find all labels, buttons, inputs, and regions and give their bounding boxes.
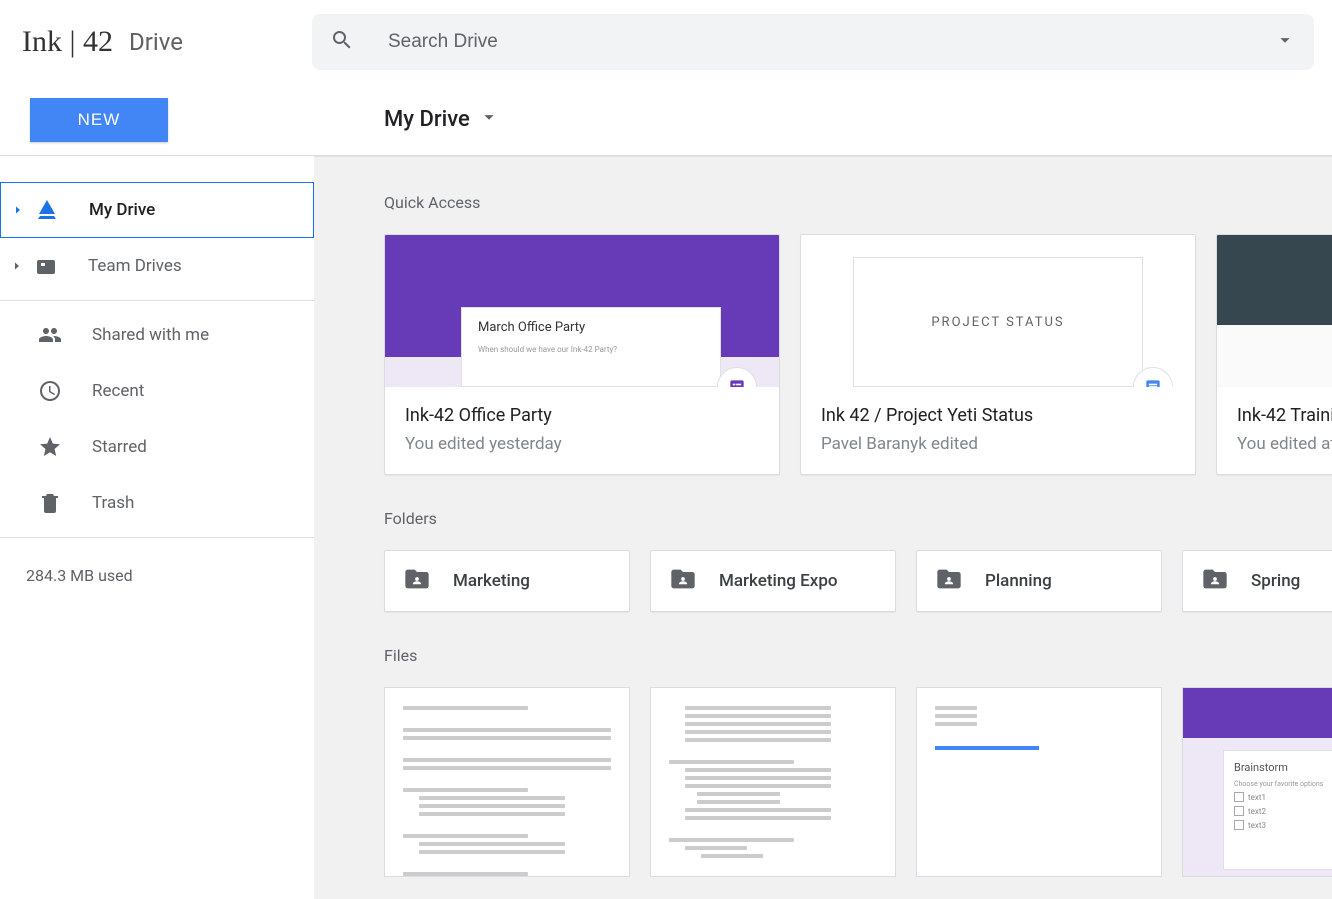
new-button[interactable]: NEW: [30, 98, 168, 142]
thumb-title: Brainstorm: [1234, 761, 1332, 774]
sidebar-item-my-drive[interactable]: My Drive: [0, 182, 314, 238]
folders-row: Marketing Marketing Expo Planning Spring: [384, 550, 1332, 612]
section-title-quick-access: Quick Access: [384, 193, 1332, 212]
search-bar[interactable]: [312, 14, 1314, 70]
expand-icon[interactable]: [8, 260, 26, 272]
breadcrumb-label: My Drive: [384, 107, 470, 132]
quick-access-row: March Office Party When should we have o…: [384, 234, 1332, 475]
product-name: Drive: [129, 28, 183, 56]
toolbar: NEW My Drive: [0, 84, 1332, 156]
separator: [0, 300, 314, 301]
sidebar-label: My Drive: [89, 200, 155, 220]
brand-logo: Ink | 42: [22, 25, 113, 59]
team-drives-icon: [30, 250, 62, 282]
folder-name: Marketing Expo: [719, 571, 838, 591]
sidebar-item-starred[interactable]: Starred: [0, 419, 314, 475]
thumb-sub: Choose your favorite options: [1234, 780, 1332, 788]
logo-block: Ink | 42 Drive: [22, 25, 312, 59]
file-card[interactable]: Brainstorm Choose your favorite options …: [1182, 687, 1332, 877]
thumb-title: PROJECT STATUS: [853, 257, 1143, 387]
app-header: Ink | 42 Drive: [0, 0, 1332, 84]
search-icon: [330, 28, 354, 56]
chevron-down-icon: [470, 106, 500, 134]
search-input[interactable]: [388, 31, 1274, 53]
card-subtitle: You edited at s: [1237, 434, 1332, 454]
shared-folder-icon: [669, 565, 719, 597]
main-content: Quick Access March Office Party When sho…: [314, 156, 1332, 899]
card-subtitle: Pavel Baranyk edited: [821, 434, 1175, 454]
sidebar-label: Shared with me: [92, 325, 209, 345]
file-card[interactable]: [650, 687, 896, 877]
drive-icon: [31, 194, 63, 226]
folder-name: Planning: [985, 571, 1052, 591]
card-thumbnail: PROJECT STATUS: [801, 235, 1195, 387]
card-title: Ink-42 Training: [1237, 405, 1332, 426]
card-subtitle: You edited yesterday: [405, 434, 759, 454]
folder-card[interactable]: Spring: [1182, 550, 1332, 612]
sidebar-label: Starred: [92, 437, 147, 457]
shared-folder-icon: [403, 565, 453, 597]
thumb-sub: When should we have our Ink-42 Party?: [478, 345, 704, 354]
sidebar-item-trash[interactable]: Trash: [0, 475, 314, 531]
file-card[interactable]: [916, 687, 1162, 877]
section-title-folders: Folders: [384, 509, 1332, 528]
card-title: Ink 42 / Project Yeti Status: [821, 405, 1175, 426]
sidebar-label: Team Drives: [88, 256, 182, 276]
separator: [0, 537, 314, 538]
card-title: Ink-42 Office Party: [405, 405, 759, 426]
sidebar-label: Trash: [92, 493, 134, 513]
quick-access-card[interactable]: March Office Party When should we have o…: [384, 234, 780, 475]
clock-icon: [34, 375, 66, 407]
files-row: Brainstorm Choose your favorite options …: [384, 687, 1332, 877]
sidebar: My Drive Team Drives Shared with me Rece…: [0, 156, 314, 899]
expand-icon[interactable]: [9, 204, 27, 216]
breadcrumb-my-drive[interactable]: My Drive: [384, 106, 500, 134]
people-icon: [34, 319, 66, 351]
thumb-title: March Office Party: [478, 320, 704, 335]
section-title-files: Files: [384, 646, 1332, 665]
folder-name: Marketing: [453, 571, 530, 591]
link-preview: [935, 746, 1039, 750]
sidebar-item-recent[interactable]: Recent: [0, 363, 314, 419]
card-thumbnail: March Office Party When should we have o…: [385, 235, 779, 387]
folder-card[interactable]: Planning: [916, 550, 1162, 612]
folder-card[interactable]: Marketing: [384, 550, 630, 612]
search-options-caret-icon[interactable]: [1274, 29, 1296, 55]
shared-folder-icon: [1201, 565, 1251, 597]
sidebar-item-shared[interactable]: Shared with me: [0, 307, 314, 363]
trash-icon: [34, 487, 66, 519]
sidebar-label: Recent: [92, 381, 144, 401]
file-card[interactable]: [384, 687, 630, 877]
quick-access-card[interactable]: Welcome to the Ink-42 team!We're thrille…: [1216, 234, 1332, 475]
quick-access-card[interactable]: PROJECT STATUS Ink 42 / Project Yeti Sta…: [800, 234, 1196, 475]
star-icon: [34, 431, 66, 463]
folder-name: Spring: [1251, 571, 1300, 591]
folder-card[interactable]: Marketing Expo: [650, 550, 896, 612]
card-thumbnail: Welcome to the Ink-42 team!We're thrille…: [1217, 235, 1332, 387]
sidebar-item-team-drives[interactable]: Team Drives: [0, 238, 314, 294]
shared-folder-icon: [935, 565, 985, 597]
storage-usage: 284.3 MB used: [0, 544, 314, 585]
